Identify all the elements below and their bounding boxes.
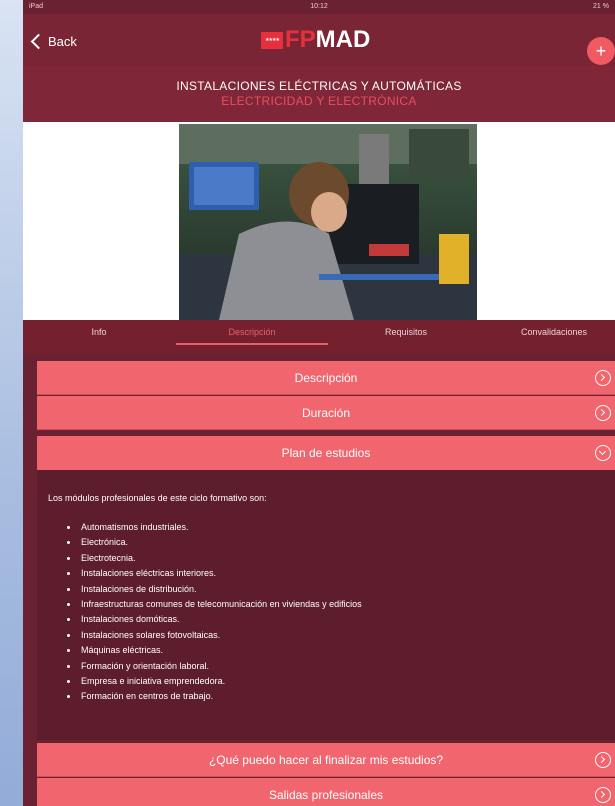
back-button[interactable]: Back [29,33,77,50]
accordion-label: Plan de estudios [281,446,371,460]
accordion-label: Salidas profesionales [268,788,384,802]
list-item: Electrotecnia. [67,551,362,566]
battery-level: 21 % [593,3,609,10]
divider [37,429,615,430]
nav-bar: Back ★★★★ FP MAD + [23,14,615,66]
circle-chevron-right-icon [595,370,611,386]
course-header: INSTALACIONES ELÉCTRICAS Y AUTOMÁTICAS E… [23,66,615,122]
list-item: Instalaciones de distribución. [67,582,362,597]
list-item: Instalaciones eléctricas interiores. [67,566,362,581]
photo-band [23,122,615,320]
list-item: Máquinas eléctricas. [67,643,362,658]
circle-chevron-right-icon [595,752,611,768]
plus-icon[interactable]: + [587,37,615,65]
list-item: Electrónica. [67,535,362,550]
circle-chevron-down-icon [595,445,611,461]
madrid-flag-icon: ★★★★ [261,31,283,49]
tab-descripcion[interactable]: Descripción [176,327,328,337]
accordion-que-puedo-hacer[interactable]: ¿Qué puedo hacer al finalizar mis estudi… [37,743,615,777]
list-item: Formación y orientación laboral. [67,659,362,674]
list-item: Infraestructuras comunes de telecomunica… [67,597,362,612]
accordion-plan-de-estudios[interactable]: Plan de estudios [37,436,615,470]
accordion-salidas-profesionales[interactable]: Salidas profesionales [37,778,615,806]
plan-de-estudios-content: Los módulos profesionales de este ciclo … [37,470,615,740]
app-screen: iPad 10:12 21 % Back ★★★★ FP MAD + INSTA… [23,0,615,806]
tab-convalidaciones[interactable]: Convalidaciones [499,327,609,337]
accordion-label: Descripción [294,371,358,385]
circle-chevron-right-icon [595,787,611,803]
course-title: INSTALACIONES ELÉCTRICAS Y AUTOMÁTICAS [176,79,462,93]
accordion-duracion[interactable]: Duración [37,396,615,430]
active-tab-indicator [176,343,328,345]
back-label: Back [48,34,77,49]
tab-info[interactable]: Info [51,327,147,337]
circle-chevron-right-icon [595,405,611,421]
modules-intro: Los módulos profesionales de este ciclo … [48,493,267,503]
modules-list: Automatismos industriales. Electrónica. … [67,520,362,705]
course-family: ELECTRICIDAD Y ELECTRÓNICA [221,94,417,108]
tab-requisitos[interactable]: Requisitos [341,327,471,337]
list-item: Automatismos industriales. [67,520,362,535]
accordion-label: ¿Qué puedo hacer al finalizar mis estudi… [208,753,444,767]
logo-fp-text: FP [285,26,316,53]
tab-bar: Info Descripción Requisitos Convalidacio… [23,320,615,354]
list-item: Empresa e iniciativa emprendedora. [67,674,362,689]
divider [37,776,615,777]
logo-mad-text: MAD [315,26,371,53]
accordion-label: Duración [301,406,351,420]
accordion-descripcion[interactable]: Descripción [37,361,615,395]
course-photo [179,124,477,320]
list-item: Instalaciones solares fotovoltaicas. [67,628,362,643]
fpmad-logo: ★★★★ FP MAD [261,26,370,54]
status-bar: iPad 10:12 21 % [23,0,615,14]
clock: 10:12 [310,3,328,10]
chevron-left-icon [30,33,47,50]
divider [37,394,615,395]
list-item: Formación en centros de trabajo. [67,689,362,704]
list-item: Instalaciones domóticas. [67,612,362,627]
